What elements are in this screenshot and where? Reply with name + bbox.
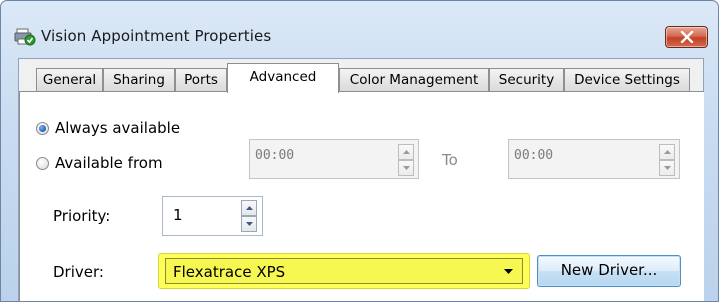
chevron-down-icon xyxy=(403,166,410,170)
from-time-up-button[interactable] xyxy=(398,144,414,160)
priority-up-button[interactable] xyxy=(241,200,257,216)
chevron-down-icon xyxy=(664,166,671,170)
tab-color-management[interactable]: Color Management xyxy=(339,68,489,92)
available-from-radio[interactable] xyxy=(36,157,49,170)
to-time-spinner xyxy=(659,144,675,176)
available-from-time-field[interactable]: 00:00 xyxy=(249,139,419,179)
tab-security[interactable]: Security xyxy=(489,68,564,92)
close-button[interactable] xyxy=(665,26,708,48)
to-time-value: 00:00 xyxy=(514,148,554,163)
driver-dropdown-highlight: Flexatrace XPS xyxy=(158,253,530,289)
tab-strip: General Sharing Ports Advanced Color Man… xyxy=(19,63,705,93)
chevron-up-icon xyxy=(246,206,253,210)
from-time-spinner xyxy=(398,144,414,176)
from-time-value: 00:00 xyxy=(255,148,295,163)
priority-label: Priority: xyxy=(53,207,111,225)
title-bar[interactable]: Vision Appointment Properties xyxy=(1,1,718,63)
tab-ports[interactable]: Ports xyxy=(175,68,227,92)
driver-selected-value: Flexatrace XPS xyxy=(173,263,286,281)
driver-dropdown[interactable]: Flexatrace XPS xyxy=(165,258,523,284)
priority-down-button[interactable] xyxy=(241,216,257,232)
dropdown-arrow-icon xyxy=(504,269,513,274)
chevron-up-icon xyxy=(403,150,410,154)
chevron-down-icon xyxy=(246,222,253,226)
to-time-up-button[interactable] xyxy=(659,144,675,160)
chevron-up-icon xyxy=(664,150,671,154)
priority-value: 1 xyxy=(173,206,183,224)
available-from-label: Available from xyxy=(55,154,163,172)
priority-field[interactable]: 1 xyxy=(162,196,263,236)
close-icon xyxy=(680,31,694,43)
window-title: Vision Appointment Properties xyxy=(41,27,272,45)
from-time-down-button[interactable] xyxy=(398,160,414,176)
priority-spinner xyxy=(241,200,257,232)
new-driver-button[interactable]: New Driver... xyxy=(537,255,681,287)
tab-general[interactable]: General xyxy=(36,68,103,92)
tab-device-settings[interactable]: Device Settings xyxy=(564,68,690,92)
always-available-label: Always available xyxy=(55,119,181,137)
tab-advanced[interactable]: Advanced xyxy=(227,63,339,93)
to-time-down-button[interactable] xyxy=(659,160,675,176)
printer-check-icon xyxy=(14,28,36,46)
available-to-time-field[interactable]: 00:00 xyxy=(508,139,680,179)
properties-dialog: Vision Appointment Properties General Sh… xyxy=(0,0,719,302)
driver-label: Driver: xyxy=(53,263,104,281)
tab-sharing[interactable]: Sharing xyxy=(103,68,175,92)
to-label: To xyxy=(442,151,458,169)
always-available-radio[interactable] xyxy=(36,122,49,135)
